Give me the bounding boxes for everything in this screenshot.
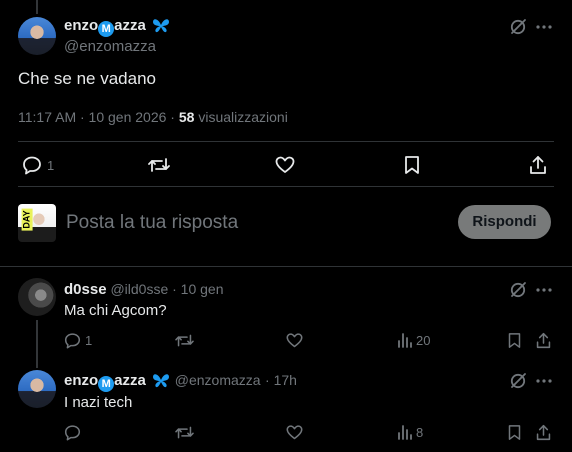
author-name-suffix: azza bbox=[114, 17, 146, 34]
author-name-suffix: azza bbox=[114, 372, 146, 389]
more-options-icon[interactable] bbox=[533, 279, 555, 301]
reply-time[interactable]: · 17h bbox=[265, 372, 297, 388]
grok-icon[interactable] bbox=[507, 279, 529, 301]
reply-icon[interactable] bbox=[62, 422, 82, 442]
avatar-badge: DAY bbox=[21, 208, 33, 231]
reply-icon[interactable] bbox=[20, 153, 44, 177]
retweet-icon[interactable] bbox=[146, 153, 172, 177]
grok-icon[interactable] bbox=[507, 16, 529, 38]
bookmark-icon[interactable] bbox=[504, 330, 524, 350]
views-icon[interactable] bbox=[395, 330, 415, 350]
reply-button[interactable]: Rispondi bbox=[458, 205, 551, 239]
retweet-icon[interactable] bbox=[173, 422, 195, 442]
author-handle[interactable]: @enzomazza bbox=[64, 38, 156, 55]
reply-input[interactable] bbox=[66, 210, 436, 236]
divider bbox=[0, 266, 572, 267]
reply-count: 1 bbox=[85, 333, 93, 348]
like-icon[interactable] bbox=[284, 422, 304, 442]
reply-count: 1 bbox=[47, 158, 55, 173]
reply-icon[interactable] bbox=[62, 330, 82, 350]
divider bbox=[18, 141, 554, 142]
reply-author-handle[interactable]: @enzomazza bbox=[175, 372, 261, 388]
like-icon[interactable] bbox=[273, 153, 297, 177]
tweet-timestamp[interactable]: 11:17 AM · 10 gen 2026 · bbox=[18, 109, 179, 125]
reply-author-avatar[interactable] bbox=[18, 278, 56, 316]
share-icon[interactable] bbox=[533, 422, 553, 442]
author-avatar[interactable] bbox=[18, 17, 56, 55]
like-icon[interactable] bbox=[284, 330, 304, 350]
grok-icon[interactable] bbox=[507, 370, 529, 392]
author-name-prefix: enzo bbox=[64, 17, 99, 34]
reply-author-handle[interactable]: @ild0sse bbox=[110, 281, 168, 297]
views-count: 58 bbox=[178, 109, 195, 125]
bookmark-icon[interactable] bbox=[400, 153, 424, 177]
views-count: 20 bbox=[416, 333, 431, 348]
more-options-icon[interactable] bbox=[533, 370, 555, 392]
reply-author-name[interactable]: d0sse bbox=[64, 281, 107, 298]
retweet-icon[interactable] bbox=[173, 330, 195, 350]
my-avatar[interactable]: DAY bbox=[18, 204, 56, 242]
butterfly-icon bbox=[152, 372, 170, 393]
more-options-icon[interactable] bbox=[533, 16, 555, 38]
thread-line-reply bbox=[36, 320, 38, 368]
butterfly-icon bbox=[152, 17, 170, 37]
reply-text: Ma chi Agcom? bbox=[64, 302, 167, 319]
tweet-meta: 11:17 AM · 10 gen 2026 · 58 visualizzazi… bbox=[18, 109, 288, 125]
reply-header: d0sse @ild0sse · 10 gen bbox=[64, 281, 224, 298]
divider bbox=[18, 186, 554, 187]
views-label: visualizzazioni bbox=[194, 109, 288, 125]
share-icon[interactable] bbox=[526, 153, 550, 177]
reply-author-name[interactable]: enzo Mazza bbox=[64, 372, 146, 392]
reply-header: enzo Mazza @enzomazza · 17h bbox=[64, 372, 297, 393]
views-icon[interactable] bbox=[395, 422, 415, 442]
bookmark-icon[interactable] bbox=[504, 422, 524, 442]
share-icon[interactable] bbox=[533, 330, 553, 350]
tweet-text: Che se ne vadano bbox=[18, 69, 156, 88]
reply-time[interactable]: · 10 gen bbox=[172, 281, 223, 297]
reply-text: I nazi tech bbox=[64, 394, 133, 411]
author-name-badge: M bbox=[98, 21, 115, 37]
author-name-badge: M bbox=[98, 376, 115, 392]
reply-author-avatar[interactable] bbox=[18, 370, 56, 408]
views-count: 8 bbox=[416, 425, 424, 440]
author-name[interactable]: enzo Mazza bbox=[64, 17, 170, 37]
author-name-prefix: enzo bbox=[64, 372, 99, 389]
thread-line-top bbox=[36, 0, 38, 14]
